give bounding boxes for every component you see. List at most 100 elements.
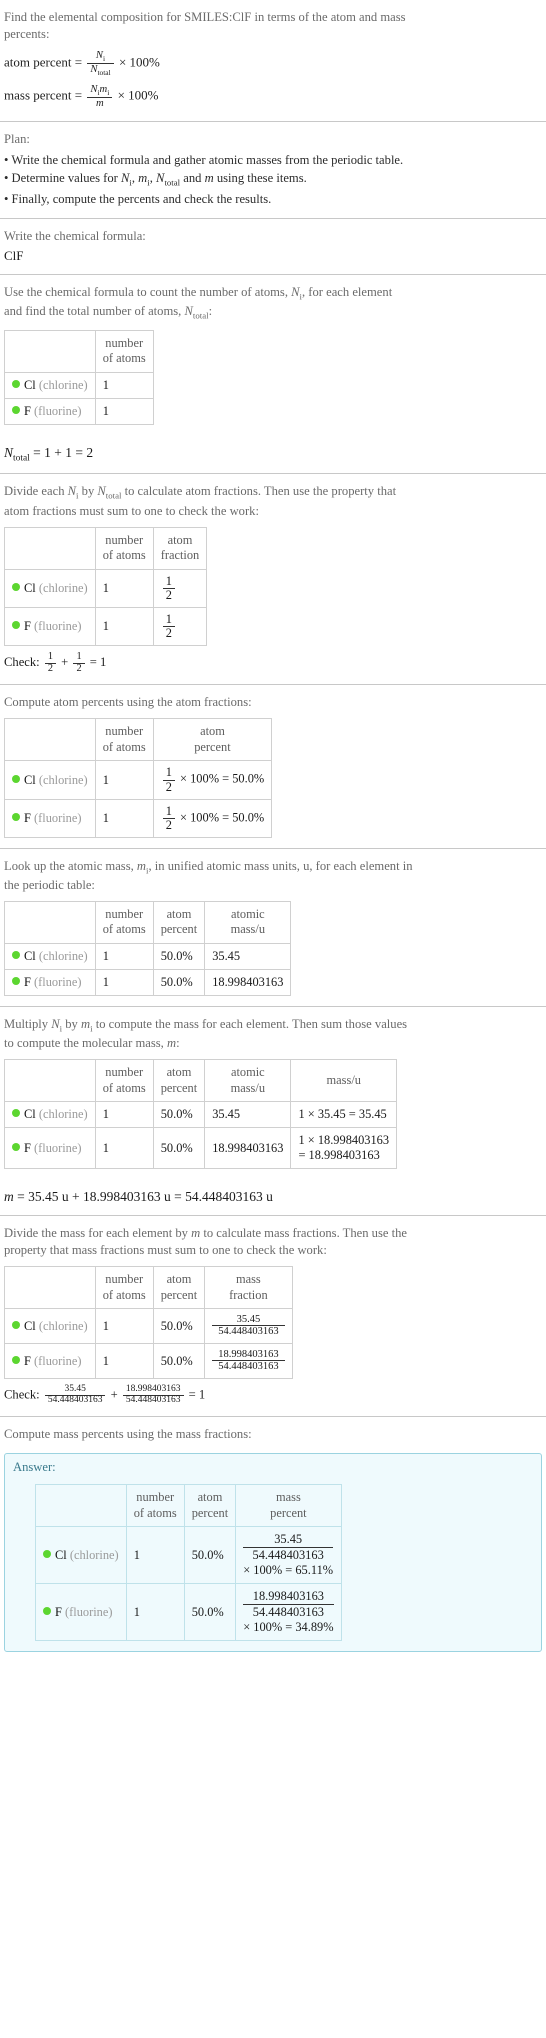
atom-fraction-prompt-1: Divide each Ni by Ntotal to calculate at… <box>4 484 397 501</box>
element-symbol: F <box>24 403 31 418</box>
atom-count-value: 1 <box>94 1308 154 1345</box>
mass-fraction-value: 18.998403163 54.448403163 <box>204 1343 293 1380</box>
element-cell-cl: Cl (chlorine) <box>4 760 96 800</box>
mass-percent-label: mass percent = <box>4 87 83 103</box>
header-atom-percent: atom percent <box>152 900 206 944</box>
element-cell-f: F (fluorine) <box>4 606 96 646</box>
atom-percent-result: × 100% = 50.0% <box>180 809 265 824</box>
header-blank <box>4 900 96 944</box>
question-line-2: percents: <box>4 27 50 41</box>
atom-count-value: 1 <box>94 968 154 996</box>
fraction: 18.998403163 54.448403163 <box>212 1349 285 1372</box>
header-atomic-mass: atomic mass/u <box>204 1059 292 1103</box>
element-color-dot-icon <box>43 1549 51 1558</box>
atom-percent-value: 50.0% <box>183 1583 237 1642</box>
atom-count-prompt-2: and find the total number of atoms, Ntot… <box>4 304 213 321</box>
header-atom-percent: atom percent <box>152 1266 206 1310</box>
atom-count-value: 1 <box>94 397 154 425</box>
element-color-dot-icon <box>43 1606 51 1615</box>
element-name: (chlorine) <box>38 1107 88 1122</box>
answer-box: Answer: number of atoms atom percent mas… <box>4 1453 542 1653</box>
element-name: (chlorine) <box>69 1547 119 1562</box>
element-cell-f: F (fluorine) <box>4 1127 96 1170</box>
atom-percent-value: 50.0% <box>152 1127 206 1170</box>
atom-count-value: 1 <box>94 1343 154 1380</box>
header-number-of-atoms: number of atoms <box>94 900 154 944</box>
element-color-dot-icon <box>12 1109 20 1118</box>
element-name: (fluorine) <box>65 1604 113 1619</box>
element-cell-cl: Cl (chlorine) <box>4 1101 96 1129</box>
table-row: F (fluorine) 1 50.0% 18.998403163 <box>4 968 292 996</box>
mass-percent-result: × 100% = 34.89% <box>243 1620 334 1635</box>
molecular-mass-prompt-2: to compute the molecular mass, m: <box>4 1036 180 1051</box>
atom-percent-value: 50.0% <box>152 1101 206 1129</box>
mass-percent-section: Compute mass percents using the mass fra… <box>0 1417 546 1445</box>
atom-percent-result: × 100% = 50.0% <box>180 771 265 786</box>
atom-percent-prompt: Compute atom percents using the atom fra… <box>4 695 252 710</box>
atom-count-value: 1 <box>94 371 154 399</box>
mass-percent-result: × 100% = 65.11% <box>243 1563 334 1578</box>
element-cell-f: F (fluorine) <box>4 397 96 425</box>
element-symbol: Cl <box>24 1318 36 1333</box>
table-header-row: number of atoms atom percent <box>4 718 273 762</box>
atom-count-value: 1 <box>94 942 154 970</box>
total-atoms-value: = 1 + 1 = 2 <box>33 444 94 460</box>
mass-fraction-table: number of atoms atom percent mass fracti… <box>4 1266 293 1380</box>
answer-label: Answer: <box>13 1460 56 1475</box>
atom-percent-value: 50.0% <box>152 942 206 970</box>
element-cell-f: F (fluorine) <box>4 968 96 996</box>
mass-percent-fraction: 18.998403163 54.448403163 × 100% = 34.89… <box>243 1589 334 1635</box>
element-name: (fluorine) <box>34 974 82 989</box>
element-color-dot-icon <box>12 379 20 388</box>
atomic-mass-prompt-2: the periodic table: <box>4 877 95 892</box>
check-fraction-2: 18.998403163 54.448403163 <box>122 1384 184 1406</box>
element-name: (chlorine) <box>38 580 88 595</box>
atom-fraction-table: number of atoms atom fraction Cl (chlori… <box>4 526 208 646</box>
header-blank <box>4 526 96 570</box>
header-atom-percent: atom percent <box>152 718 273 762</box>
atom-fraction-value: 1 2 <box>152 606 208 646</box>
molecular-mass-equation: m = 35.45 u + 18.998403163 u = 54.448403… <box>4 1189 273 1205</box>
element-symbol: Cl <box>24 772 36 787</box>
header-mass-percent: mass percent <box>235 1484 342 1528</box>
mass-percent-expression: 18.998403163 54.448403163 × 100% = 34.89… <box>235 1583 342 1642</box>
mass-percent-fraction: Nimi m <box>87 84 113 109</box>
mass-expression: 1 × 18.998403163 = 18.998403163 <box>290 1127 398 1170</box>
header-number-of-atoms: number of atoms <box>94 526 154 570</box>
mass-percent-fraction: 35.45 54.448403163 × 100% = 65.11% <box>243 1532 334 1578</box>
element-symbol: F <box>55 1604 62 1619</box>
plan-title: Plan: <box>4 132 30 147</box>
element-color-dot-icon <box>12 1142 20 1151</box>
atomic-mass-value: 35.45 <box>204 942 292 970</box>
atom-fraction-section: Divide each Ni by Ntotal to calculate at… <box>0 474 546 684</box>
element-symbol: F <box>24 1353 31 1368</box>
atom-count-value: 1 <box>94 1127 154 1170</box>
element-color-dot-icon <box>12 405 20 414</box>
header-number-of-atoms: number of atoms <box>94 1059 154 1103</box>
atomic-mass-table: number of atoms atom percent atomic mass… <box>4 900 292 996</box>
element-color-dot-icon <box>12 1320 20 1329</box>
header-number-of-atoms: number of atoms <box>94 1266 154 1310</box>
header-blank <box>4 1266 96 1310</box>
element-symbol: Cl <box>24 1107 36 1122</box>
header-blank <box>35 1484 127 1528</box>
mass-fraction-section: Divide the mass for each element by m to… <box>0 1216 546 1416</box>
element-color-dot-icon <box>12 950 20 959</box>
element-name: (fluorine) <box>34 810 82 825</box>
atom-percent-table: number of atoms atom percent Cl (chlorin… <box>4 718 273 838</box>
atom-count-value: 1 <box>94 606 154 646</box>
table-row: Cl (chlorine) 1 50.0% 35.45 54.448403163… <box>35 1526 342 1585</box>
table-row: F (fluorine) 1 <box>4 397 154 425</box>
atom-percent-value: 50.0% <box>183 1526 237 1585</box>
atom-percent-times-100: × 100% <box>118 54 160 70</box>
check-fraction-2: 1 2 <box>73 651 85 675</box>
atom-percent-value: 50.0% <box>152 1343 206 1380</box>
fraction: 1 2 <box>162 804 175 832</box>
plan-item-2-end: using these items. <box>213 171 307 186</box>
atom-count-value: 1 <box>94 568 154 608</box>
total-atoms-equation: Ntotal = 1 + 1 = 2 <box>4 444 94 464</box>
mass-fraction-prompt-2: property that mass fractions must sum to… <box>4 1243 327 1258</box>
plan-item-2-post: and <box>180 171 205 186</box>
header-mass: mass/u <box>290 1059 398 1103</box>
table-row: Cl (chlorine) 1 <box>4 371 154 399</box>
